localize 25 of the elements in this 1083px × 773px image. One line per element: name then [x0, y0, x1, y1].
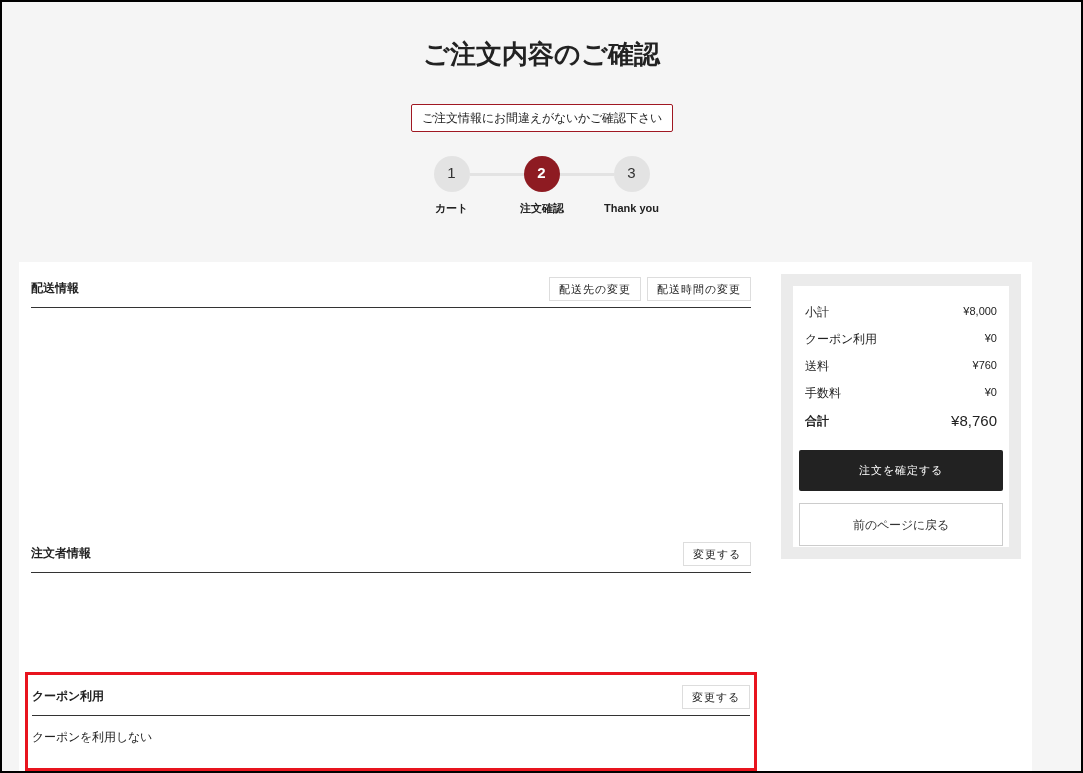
- summary-value: ¥0: [984, 385, 997, 401]
- summary-value: ¥8,000: [963, 304, 997, 320]
- back-button[interactable]: 前のページに戻る: [799, 503, 1003, 546]
- notice-message: ご注文情報にお間違えがないかご確認下さい: [410, 104, 673, 132]
- step-label: 注文確認: [519, 200, 564, 216]
- summary-label: 合計: [805, 413, 829, 430]
- change-button[interactable]: 変更する: [682, 685, 750, 709]
- section-title: クーポン利用: [32, 688, 104, 705]
- confirm-order-button[interactable]: 注文を確定する: [799, 450, 1003, 491]
- section-title: 注文者情報: [31, 545, 91, 562]
- change-button[interactable]: 配送時間の変更: [647, 277, 751, 301]
- section-title: 配送情報: [31, 280, 79, 297]
- page-title: ご注文内容のご確認: [423, 38, 660, 71]
- summary-label: 送料: [805, 357, 829, 375]
- change-button[interactable]: 配送先の変更: [549, 277, 641, 301]
- summary-value: ¥760: [972, 358, 997, 374]
- summary-value: ¥8,760: [951, 410, 997, 431]
- step-label: Thank you: [604, 200, 659, 216]
- step-label: カート: [435, 200, 468, 216]
- summary-label: クーポン利用: [805, 330, 877, 348]
- summary-value: ¥0: [984, 331, 997, 347]
- summary-label: 手数料: [805, 384, 841, 402]
- coupon-status: クーポンを利用しない: [32, 729, 153, 746]
- change-button[interactable]: 変更する: [683, 542, 751, 566]
- summary-label: 小計: [805, 303, 829, 321]
